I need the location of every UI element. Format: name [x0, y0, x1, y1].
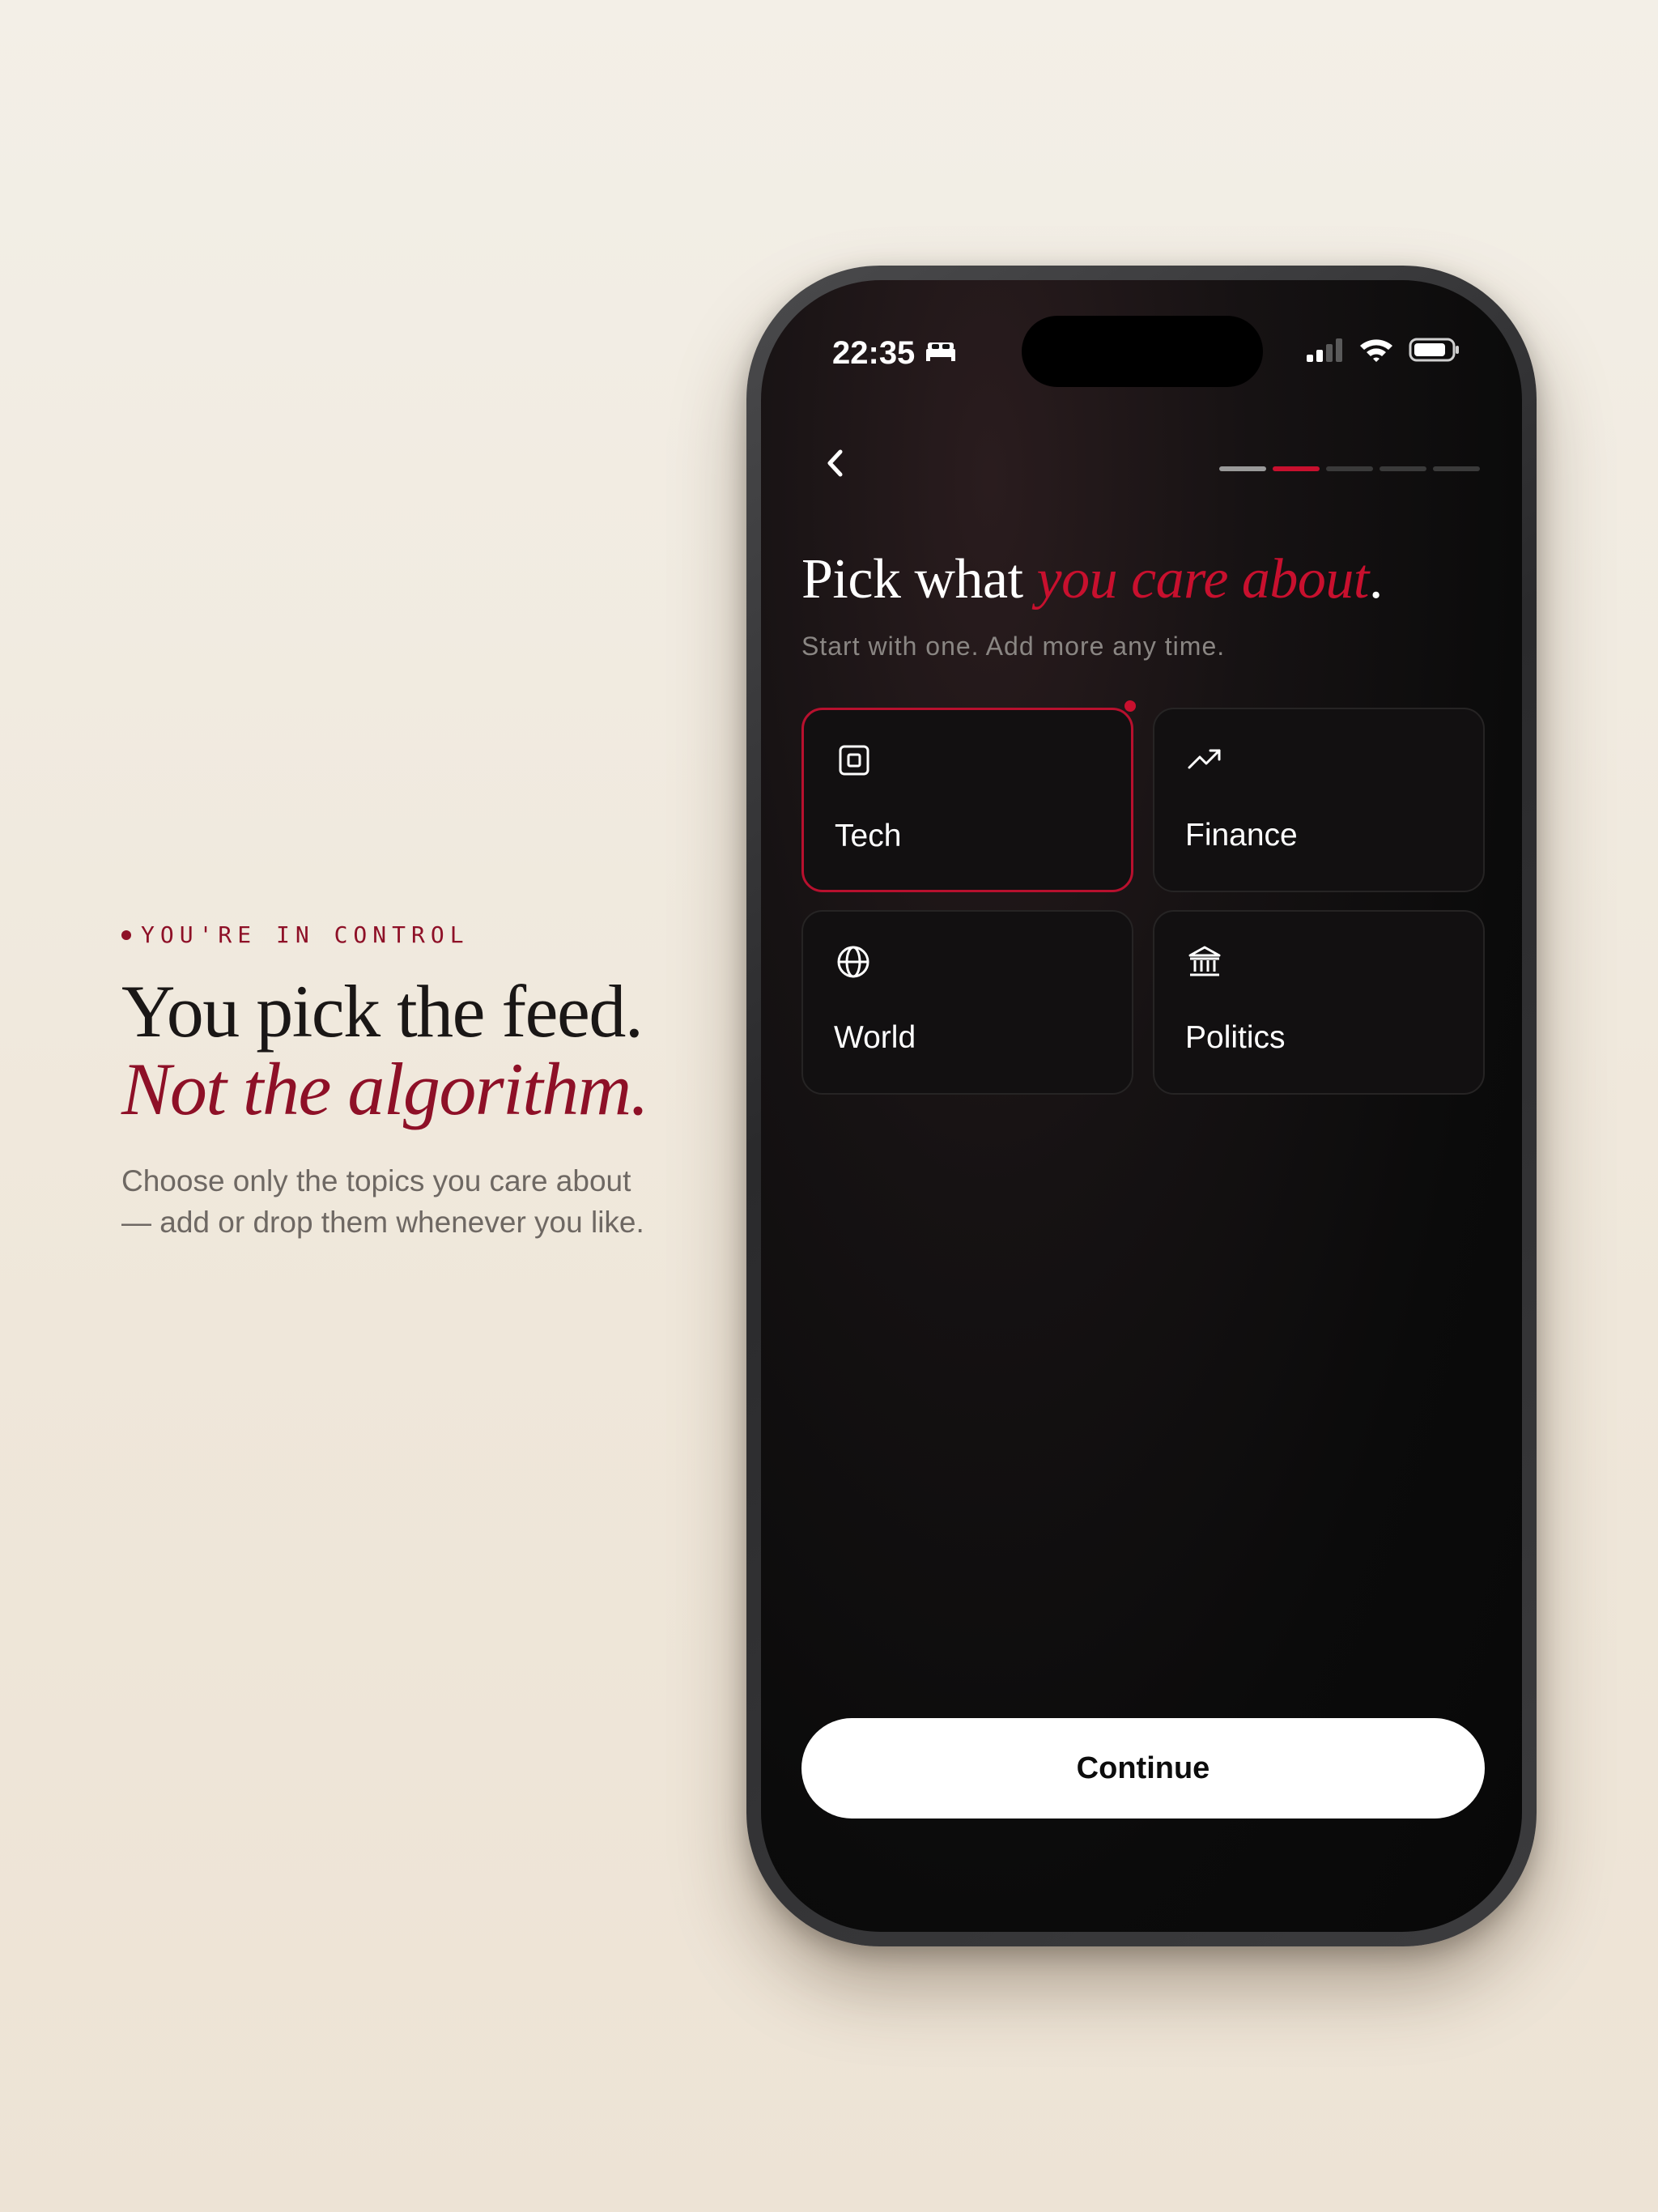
- status-time: 22:35: [832, 335, 957, 372]
- bank-building-icon: [1187, 944, 1222, 980]
- title-accent: you care about: [1036, 548, 1370, 610]
- progress-segment: [1273, 466, 1320, 471]
- headline-line-2: Not the algorithm.: [121, 1048, 649, 1130]
- title-period: .: [1368, 548, 1384, 610]
- status-time-text: 22:35: [832, 335, 916, 371]
- cellular-signal-icon: [1305, 337, 1344, 367]
- phone-frame: 22:35 Pick what you care about. Start wi…: [746, 266, 1537, 1946]
- screen-subtitle: Start with one. Add more any time.: [801, 632, 1226, 661]
- title-plain: Pick what: [801, 548, 1023, 610]
- promo-body: Choose only the topics you care about — …: [121, 1164, 644, 1239]
- screen-title: Pick what you care about.: [801, 547, 1383, 612]
- topic-grid: Tech Finance World Politics: [801, 700, 1485, 1095]
- topic-card-politics[interactable]: Politics: [1153, 910, 1485, 1095]
- wifi-icon: [1358, 337, 1394, 367]
- topic-label: World: [834, 1020, 916, 1055]
- eyebrow-text: YOU'RE IN CONTROL: [141, 921, 470, 948]
- trending-up-icon: [1187, 742, 1222, 777]
- bed-icon: [925, 335, 957, 372]
- chevron-left-icon: [825, 449, 846, 482]
- progress-segment: [1326, 466, 1373, 471]
- topic-card-world[interactable]: World: [801, 910, 1133, 1095]
- continue-button[interactable]: Continue: [801, 1718, 1485, 1819]
- globe-icon: [835, 944, 871, 980]
- eyebrow: YOU'RE IN CONTROL: [121, 921, 656, 948]
- status-icons: [1305, 337, 1460, 367]
- chip-icon: [836, 742, 872, 778]
- phone-screen: 22:35 Pick what you care about. Start wi…: [761, 280, 1522, 1932]
- progress-segment: [1219, 466, 1266, 471]
- topic-label: Politics: [1185, 1020, 1286, 1055]
- step-progress: [1219, 466, 1480, 471]
- promo-headline: You pick the feed. Not the algorithm.: [121, 972, 656, 1128]
- selected-indicator-dot: [1124, 700, 1136, 712]
- topic-card-finance[interactable]: Finance: [1153, 708, 1485, 892]
- headline-line-1: You pick the feed.: [121, 970, 644, 1053]
- topic-card-tech[interactable]: Tech: [801, 700, 1136, 892]
- promo-section: YOU'RE IN CONTROL You pick the feed. Not…: [121, 921, 656, 1243]
- battery-icon: [1409, 337, 1460, 367]
- progress-segment: [1380, 466, 1426, 471]
- eyebrow-dot: [121, 929, 131, 940]
- progress-segment: [1433, 466, 1480, 471]
- back-button[interactable]: [811, 440, 860, 489]
- topic-label: Tech: [835, 819, 902, 853]
- topic-label: Finance: [1185, 818, 1298, 853]
- dynamic-island: [1022, 316, 1263, 387]
